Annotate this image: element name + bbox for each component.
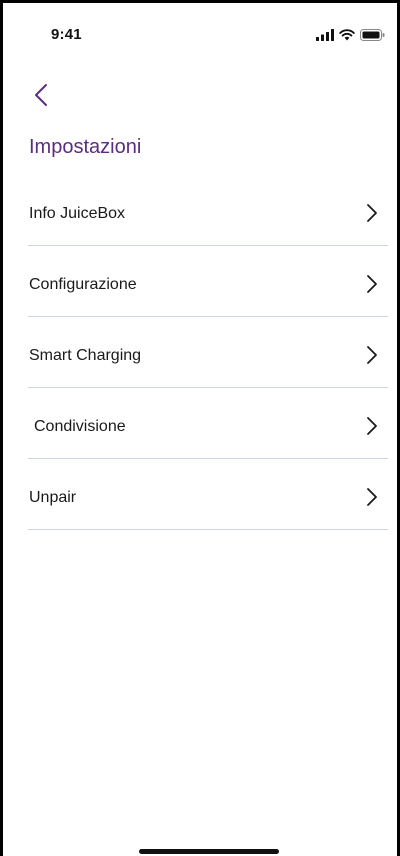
status-icons [316,28,385,46]
signal-icon [316,28,334,46]
page-title: Impostazioni [29,136,142,158]
menu-item-condivisione[interactable]: Condivisione [28,388,388,459]
menu-item-label: Condivisione [34,418,126,435]
menu-item-label: Info JuiceBox [29,205,126,222]
phone-frame: 9:41 Impostazioni Info JuiceBox Configur… [0,0,400,856]
menu-item-label: Configurazione [29,276,137,293]
wifi-icon [339,28,355,46]
menu-item-label: Smart Charging [29,347,142,364]
chevron-right-icon [366,274,378,294]
back-button[interactable] [27,83,55,111]
battery-icon [360,28,385,46]
menu-item-smart-charging[interactable]: Smart Charging [28,317,388,388]
status-bar: 9:41 [3,3,400,63]
settings-menu-list: Info JuiceBox Configurazione Smart Charg… [28,175,388,530]
chevron-right-icon [366,203,378,223]
chevron-right-icon [366,487,378,507]
status-time: 9:41 [51,26,82,43]
menu-item-info-juicebox[interactable]: Info JuiceBox [28,175,388,246]
chevron-right-icon [366,345,378,365]
menu-item-configurazione[interactable]: Configurazione [28,246,388,317]
menu-item-unpair[interactable]: Unpair [28,459,388,530]
chevron-right-icon [366,416,378,436]
chevron-left-icon [34,83,48,112]
menu-item-label: Unpair [29,489,77,506]
home-indicator[interactable] [139,849,279,854]
